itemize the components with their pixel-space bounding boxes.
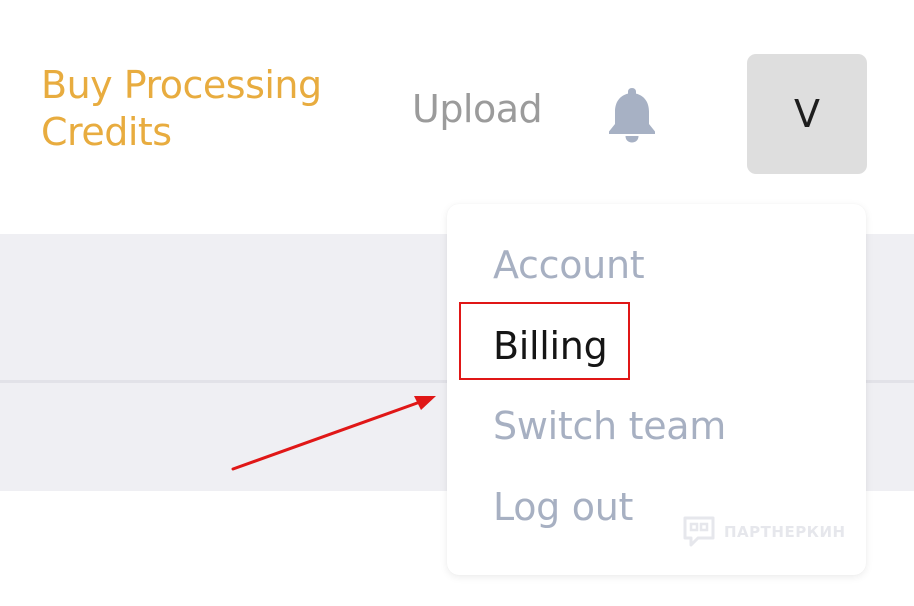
menu-item-switch-team[interactable]: Switch team <box>493 401 726 451</box>
buy-credits-line2: Credits <box>41 110 172 154</box>
menu-item-account[interactable]: Account <box>493 240 645 290</box>
avatar-button[interactable]: V <box>747 54 867 174</box>
avatar-initial: V <box>794 92 820 136</box>
upload-link[interactable]: Upload <box>412 84 543 134</box>
billing-highlight-box <box>459 302 630 380</box>
watermark: ПАРТНЕРКИН <box>682 514 846 550</box>
buy-credits-line1: Buy Processing <box>41 63 322 107</box>
menu-item-log-out[interactable]: Log out <box>493 482 633 532</box>
watermark-logo-icon <box>683 516 715 547</box>
watermark-text: ПАРТНЕРКИН <box>724 523 846 541</box>
buy-credits-link[interactable]: Buy Processing Credits <box>41 62 341 156</box>
page: Buy Processing Credits Upload V Account … <box>0 0 914 606</box>
bell-icon[interactable] <box>605 84 659 144</box>
